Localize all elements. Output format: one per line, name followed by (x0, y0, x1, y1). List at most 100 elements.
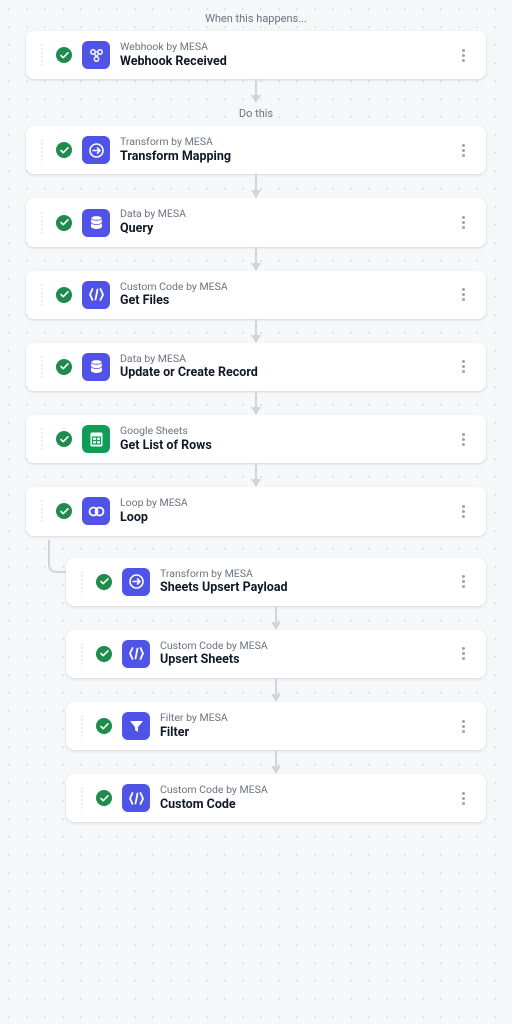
status-check-icon (96, 718, 112, 734)
app-name: Webhook by MESA (120, 41, 442, 54)
loop-icon (82, 497, 110, 525)
app-name: Google Sheets (120, 425, 442, 438)
more-menu-button[interactable] (452, 356, 474, 378)
arrow-down-icon (275, 606, 277, 630)
code-icon (122, 640, 150, 668)
trigger-section-label: When this happens... (205, 12, 307, 25)
status-check-icon (96, 790, 112, 806)
app-name: Filter by MESA (160, 712, 442, 725)
step-card-custom-code[interactable]: Custom Code by MESA Custom Code (66, 774, 486, 822)
webhook-icon (82, 41, 110, 69)
drag-handle-icon[interactable] (38, 356, 46, 378)
app-name: Custom Code by MESA (120, 281, 442, 294)
step-labels: Transform by MESA Sheets Upsert Payload (160, 568, 442, 596)
transform-icon (82, 136, 110, 164)
drag-handle-icon[interactable] (38, 212, 46, 234)
step-card-transform-mapping[interactable]: Transform by MESA Transform Mapping (26, 126, 486, 174)
app-name: Loop by MESA (120, 497, 442, 510)
step-labels: Webhook by MESA Webhook Received (120, 41, 442, 69)
step-title: Update or Create Record (120, 365, 442, 381)
app-name: Data by MESA (120, 208, 442, 221)
arrow-down-icon (275, 750, 277, 774)
app-name: Data by MESA (120, 353, 442, 366)
status-check-icon (56, 431, 72, 447)
app-name: Custom Code by MESA (160, 640, 442, 653)
more-menu-button[interactable] (452, 212, 474, 234)
drag-handle-icon[interactable] (38, 428, 46, 450)
more-menu-button[interactable] (452, 643, 474, 665)
step-title: Query (120, 221, 442, 237)
step-card-filter[interactable]: Filter by MESA Filter (66, 702, 486, 750)
step-card-sheets-upsert-payload[interactable]: Transform by MESA Sheets Upsert Payload (66, 558, 486, 606)
status-check-icon (56, 503, 72, 519)
step-labels: Custom Code by MESA Custom Code (160, 784, 442, 812)
code-icon (82, 281, 110, 309)
status-check-icon (56, 142, 72, 158)
step-title: Filter (160, 725, 442, 741)
arrow-down-icon (255, 463, 257, 487)
more-menu-button[interactable] (452, 500, 474, 522)
app-name: Transform by MESA (160, 568, 442, 581)
more-menu-button[interactable] (452, 139, 474, 161)
drag-handle-icon[interactable] (38, 139, 46, 161)
arrow-down-icon (255, 247, 257, 271)
status-check-icon (56, 359, 72, 375)
more-menu-button[interactable] (452, 428, 474, 450)
arrow-down-icon (255, 174, 257, 198)
step-title: Webhook Received (120, 54, 442, 70)
step-card-upsert-sheets[interactable]: Custom Code by MESA Upsert Sheets (66, 630, 486, 678)
arrow-down-icon (255, 79, 257, 103)
filter-icon (122, 712, 150, 740)
step-title: Upsert Sheets (160, 652, 442, 668)
data-icon (82, 209, 110, 237)
arrow-down-icon (255, 319, 257, 343)
step-card-loop[interactable]: Loop by MESA Loop (26, 487, 486, 535)
more-menu-button[interactable] (452, 787, 474, 809)
trigger-card[interactable]: Webhook by MESA Webhook Received (26, 31, 486, 79)
step-labels: Google Sheets Get List of Rows (120, 425, 442, 453)
step-labels: Transform by MESA Transform Mapping (120, 136, 442, 164)
step-card-get-files[interactable]: Custom Code by MESA Get Files (26, 271, 486, 319)
drag-handle-icon[interactable] (78, 643, 86, 665)
more-menu-button[interactable] (452, 44, 474, 66)
step-title: Sheets Upsert Payload (160, 580, 442, 596)
more-menu-button[interactable] (452, 715, 474, 737)
drag-handle-icon[interactable] (78, 715, 86, 737)
actions-section-label: Do this (239, 107, 273, 120)
code-icon (122, 784, 150, 812)
step-title: Loop (120, 510, 442, 526)
drag-handle-icon[interactable] (78, 571, 86, 593)
drag-handle-icon[interactable] (38, 500, 46, 522)
status-check-icon (56, 215, 72, 231)
more-menu-button[interactable] (452, 571, 474, 593)
drag-handle-icon[interactable] (78, 787, 86, 809)
arrow-down-icon (255, 391, 257, 415)
step-card-update-create-record[interactable]: Data by MESA Update or Create Record (26, 343, 486, 391)
app-name: Transform by MESA (120, 136, 442, 149)
step-labels: Loop by MESA Loop (120, 497, 442, 525)
drag-handle-icon[interactable] (38, 44, 46, 66)
status-check-icon (96, 574, 112, 590)
step-labels: Data by MESA Query (120, 208, 442, 236)
status-check-icon (56, 287, 72, 303)
workflow-column: When this happens... Webhook by MESA Web… (0, 8, 512, 822)
more-menu-button[interactable] (452, 284, 474, 306)
step-labels: Filter by MESA Filter (160, 712, 442, 740)
step-title: Get List of Rows (120, 438, 442, 454)
step-labels: Custom Code by MESA Get Files (120, 281, 442, 309)
step-title: Transform Mapping (120, 149, 442, 165)
sheets-icon (82, 425, 110, 453)
data-icon (82, 353, 110, 381)
transform-icon (122, 568, 150, 596)
step-card-get-rows[interactable]: Google Sheets Get List of Rows (26, 415, 486, 463)
step-card-query[interactable]: Data by MESA Query (26, 198, 486, 246)
loop-body: Transform by MESA Sheets Upsert Payload … (26, 558, 486, 823)
step-title: Get Files (120, 293, 442, 309)
arrow-down-icon (275, 678, 277, 702)
app-name: Custom Code by MESA (160, 784, 442, 797)
step-labels: Custom Code by MESA Upsert Sheets (160, 640, 442, 668)
step-title: Custom Code (160, 797, 442, 813)
step-labels: Data by MESA Update or Create Record (120, 353, 442, 381)
drag-handle-icon[interactable] (38, 284, 46, 306)
status-check-icon (56, 47, 72, 63)
